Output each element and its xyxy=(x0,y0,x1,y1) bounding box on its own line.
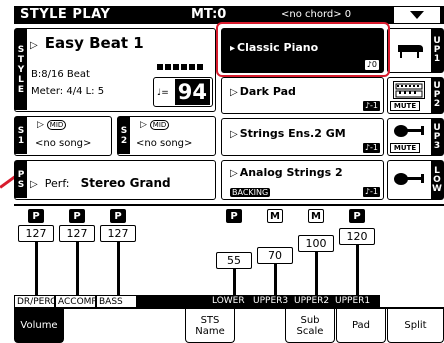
mute-label: MUTE xyxy=(390,101,420,111)
arrow-right-icon: ▷ xyxy=(230,87,238,98)
track-upper2-name-row: ▷ Dark Pad xyxy=(230,85,296,98)
track-upper3[interactable]: ▷ Strings Ens.2 GM ♪-1 xyxy=(221,118,384,156)
fader-knob[interactable]: 70 xyxy=(257,246,293,264)
style-area[interactable]: STYLE ▷ Easy Beat 1 B:8/16 Beat Meter: 4… xyxy=(14,28,216,112)
beat-info: B:8/16 Beat xyxy=(31,69,90,80)
mixer-channel[interactable]: M 70 xyxy=(255,207,295,295)
upper1-tab: UP1 xyxy=(431,29,443,72)
style-name-row: ▷ Easy Beat 1 xyxy=(30,33,144,52)
track-upper2[interactable]: ▷ Dark Pad ♪-1 xyxy=(221,77,384,114)
divider xyxy=(14,204,444,206)
octave-badge: ♪-1 xyxy=(362,143,380,153)
midi-file-icon: ▷ MID xyxy=(140,120,170,130)
channel-mode-indicator: M xyxy=(267,209,283,223)
tempo-box[interactable]: ♩= 94 xyxy=(153,64,213,107)
song-player-1[interactable]: S1 ▷ MID <no song> xyxy=(14,116,112,156)
channel-mode-indicator: P xyxy=(349,209,365,223)
arrow-right-icon: ▷ xyxy=(30,40,38,51)
track-upper2-icon[interactable]: MUTE UP2 xyxy=(387,77,444,114)
performance-tab: PS xyxy=(15,161,27,198)
fader-knob[interactable]: 127 xyxy=(18,225,54,242)
performance-row: ▷ Perf: Stereo Grand xyxy=(30,176,171,190)
arrow-right-icon: ▷ xyxy=(230,168,238,179)
master-transpose: MT:0 xyxy=(191,7,227,22)
performance-name: Stereo Grand xyxy=(80,176,171,190)
synth-icon xyxy=(393,81,425,99)
fader-knob[interactable]: 55 xyxy=(216,252,252,270)
channel-mode-indicator: P xyxy=(28,209,44,223)
track-lower-name-row: ▷ Analog Strings 2 xyxy=(230,166,343,179)
beat-indicator xyxy=(157,64,203,70)
chevron-down-icon xyxy=(410,11,424,19)
fader-knob[interactable]: 127 xyxy=(59,225,95,242)
channel-mode-indicator: P xyxy=(226,209,242,223)
upper2-tab: UP2 xyxy=(431,78,443,113)
mixer-channel[interactable]: P 127 xyxy=(98,207,138,295)
channel-mode-indicator: M xyxy=(308,209,324,223)
tab-split[interactable]: Split xyxy=(387,309,444,343)
fader-knob[interactable]: 120 xyxy=(339,227,375,245)
strings-icon xyxy=(392,171,426,187)
lower-tab: LOW xyxy=(431,161,443,199)
channel-label: UPPER2 xyxy=(292,295,333,307)
meter-info: Meter: 4/4 L: 5 xyxy=(31,86,105,97)
piano-icon xyxy=(395,39,425,59)
selection-highlight xyxy=(216,22,390,77)
page-menu-button[interactable] xyxy=(394,7,440,23)
track-lower-icon[interactable]: LOW xyxy=(387,160,444,200)
channel-label: ACCOMP xyxy=(55,295,97,307)
tab-pad[interactable]: Pad xyxy=(336,309,386,343)
song2-value: <no song> xyxy=(136,138,193,149)
channel-label: DR/PERC xyxy=(14,295,56,307)
bottom-tabs: Volume STS Name Sub Scale Pad Split xyxy=(14,307,444,343)
track-upper3-name-row: ▷ Strings Ens.2 GM xyxy=(230,127,346,140)
arrow-right-icon: ▷ xyxy=(30,179,38,190)
song2-tab: S2 xyxy=(118,117,130,154)
chord-readout: <no chord> 0 xyxy=(281,9,352,20)
fader-knob[interactable]: 100 xyxy=(298,235,334,253)
page-title: STYLE PLAY xyxy=(20,7,111,22)
style-tab: STYLE xyxy=(15,29,27,110)
song-player-2[interactable]: S2 ▷ MID <no song> xyxy=(117,116,216,156)
style-name: Easy Beat 1 xyxy=(44,34,144,52)
track-upper3-icon[interactable]: MUTE UP3 xyxy=(387,118,444,156)
mute-label: MUTE xyxy=(390,143,420,153)
mixer-channel[interactable]: P 55 xyxy=(214,207,254,295)
octave-badge: ♪-1 xyxy=(362,101,380,111)
channel-label: LOWER xyxy=(210,295,251,307)
strings-icon xyxy=(392,123,426,139)
performance-area[interactable]: PS ▷ Perf: Stereo Grand xyxy=(14,160,216,200)
octave-badge: ♪-1 xyxy=(362,187,380,197)
mixer: P 127 P 127 P 127 P 55 M 70 M 100 P 120 xyxy=(14,207,444,295)
tab-sts-name[interactable]: STS Name xyxy=(185,309,235,343)
tempo-value: 94 xyxy=(174,79,210,105)
mixer-channel[interactable]: M 100 xyxy=(296,207,336,295)
channel-label-blank xyxy=(137,295,210,307)
quarter-note-icon: ♩= xyxy=(157,88,169,98)
tab-volume[interactable]: Volume xyxy=(14,309,64,343)
midi-file-icon: ▷ MID xyxy=(37,120,67,130)
track-lower[interactable]: ▷ Analog Strings 2 BACKING ♪-1 xyxy=(221,160,384,200)
fader-knob[interactable]: 127 xyxy=(100,225,136,242)
track-upper1-icon[interactable]: UP1 xyxy=(387,28,444,73)
channel-label: BASS xyxy=(96,295,137,307)
song1-tab: S1 xyxy=(15,117,27,154)
tab-sub-scale[interactable]: Sub Scale xyxy=(285,309,335,343)
channel-mode-indicator: P xyxy=(69,209,85,223)
arrow-right-icon: ▷ xyxy=(230,129,238,140)
mixer-channel[interactable]: P 120 xyxy=(337,207,377,295)
backing-badge: BACKING xyxy=(230,188,271,197)
mixer-channel[interactable]: P 127 xyxy=(16,207,56,295)
song1-value: <no song> xyxy=(35,138,92,149)
mixer-labels: DR/PERC ACCOMP BASS LOWER UPPER3 UPPER2 UPPER1 xyxy=(14,295,444,307)
channel-label: UPPER1 xyxy=(333,295,380,307)
upper3-tab: UP3 xyxy=(431,119,443,155)
mixer-channel[interactable]: P 127 xyxy=(57,207,97,295)
channel-label: UPPER3 xyxy=(251,295,292,307)
channel-mode-indicator: P xyxy=(110,209,126,223)
